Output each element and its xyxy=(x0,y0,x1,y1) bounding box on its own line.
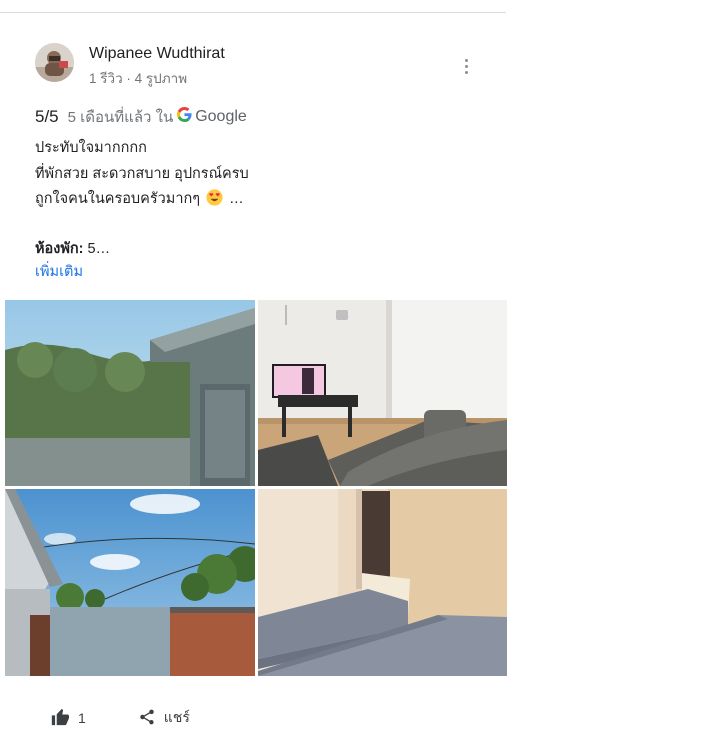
like-button[interactable]: 1 xyxy=(50,708,86,729)
like-count: 1 xyxy=(78,710,86,726)
more-options-button[interactable] xyxy=(455,54,477,78)
review-text-ellipsis: … xyxy=(229,191,244,207)
rating-row: 5/5 5 เดือนที่แล้ว ใน Google xyxy=(35,106,247,128)
review-source: Google xyxy=(195,108,247,125)
review-text-line-3: ถูกใจคนในครอบครัวมากๆ … xyxy=(35,187,244,210)
time-ago: 5 เดือนที่แล้ว ใน xyxy=(67,109,174,126)
rating: 5/5 xyxy=(35,107,59,126)
share-button[interactable]: แชร์ xyxy=(138,707,190,729)
author-avatar[interactable] xyxy=(35,43,74,82)
room-rating-line: ห้องพัก: 5… xyxy=(35,237,110,260)
review-text-line-1: ประทับใจมากกกก xyxy=(35,140,147,156)
review-text-line-2: ที่พักสวย สะดวกสบาย อุปกรณ์ครบ xyxy=(35,166,249,182)
review-actions: 1 แชร์ xyxy=(50,708,190,728)
read-more-link[interactable]: เพิ่มเติม xyxy=(35,260,83,283)
room-value: 5… xyxy=(83,241,111,257)
review-photo-backyard[interactable] xyxy=(5,489,255,676)
room-label: ห้องพัก: xyxy=(35,241,84,257)
author-name[interactable]: Wipanee Wudthirat xyxy=(89,45,225,63)
thumbs-up-icon xyxy=(50,708,70,729)
review-photo-outdoor-patio[interactable] xyxy=(5,300,255,486)
heart-eyes-emoji-icon xyxy=(206,189,223,210)
share-label: แชร์ xyxy=(163,709,190,725)
review-photo-bedroom[interactable] xyxy=(258,489,507,676)
review-photo-living-room[interactable] xyxy=(258,300,507,486)
share-icon xyxy=(138,708,156,729)
google-logo-icon xyxy=(177,107,192,127)
author-meta: 1 รีวิว · 4 รูปภาพ xyxy=(89,71,188,86)
more-vert-icon xyxy=(464,58,468,62)
review-text-line-3-text: ถูกใจคนในครอบครัวมากๆ xyxy=(35,191,201,207)
right-panel xyxy=(516,0,720,722)
